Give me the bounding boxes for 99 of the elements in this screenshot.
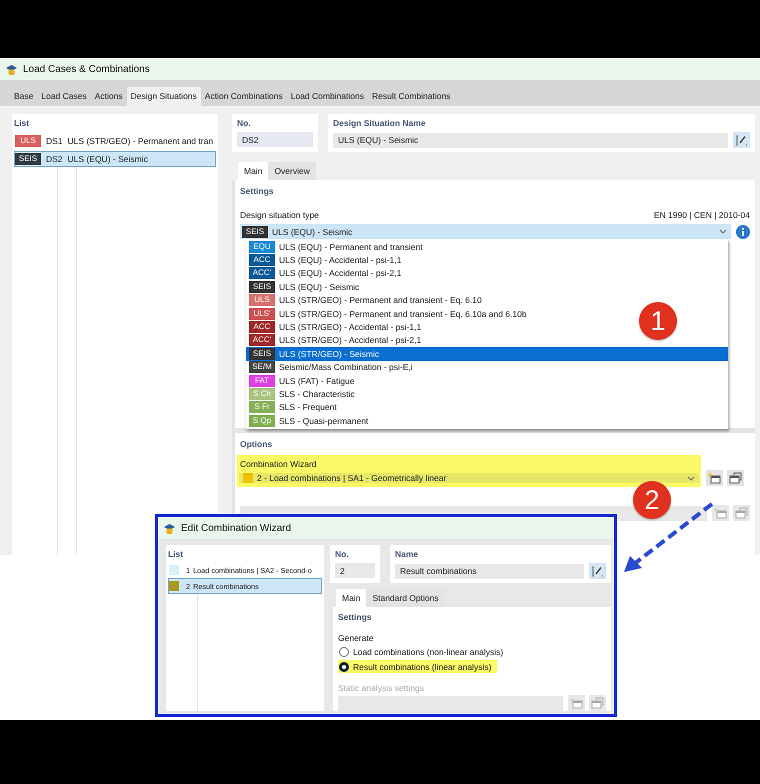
type-badge: EQU [249,240,275,253]
standard-label: EN 1990 | CEN | 2010-04 [654,210,750,220]
type-badge: SEIS [249,348,275,360]
tab[interactable]: Result Combinations [368,87,454,106]
tab[interactable]: Design Situations [126,87,201,106]
section-title: Settings [338,612,373,622]
tab[interactable]: Base [10,87,38,106]
list-item[interactable]: ULS DS1 ULS (STR/GEO) - Permanent and tran [14,133,216,149]
type-badge: ULS [249,294,275,306]
type-badge: SE/M [249,361,275,374]
type-badge: ACC' [249,267,275,280]
tab[interactable]: Standard Options [366,589,445,607]
dropdown-option[interactable]: ACC' ULS (EQU) - Accidental - psi-2,1 [246,266,406,280]
type-badge: ULS' [249,308,275,320]
app-icon [163,522,176,534]
dropdown-option[interactable]: ULS' ULS (STR/GEO) - Permanent and transient - Eq. 6.10a and 6.10b [246,306,531,320]
radio-label: Result combinations (linear analysis) [353,662,492,672]
list-item[interactable]: SEIS DS2 ULS (EQU) - Seismic [14,151,216,167]
option-label: ULS (STR/GEO) - Permanent and transient - Eq. 6.10 [279,295,482,306]
section-title: Settings [240,186,275,196]
dropdown-option[interactable]: S Ch SLS - Characteristic [246,387,359,401]
edit-button[interactable] [589,563,606,579]
type-badge: ULS [15,135,41,147]
chevron-down-icon [687,476,695,480]
dropdown-value: ULS (EQU) - Seismic [272,226,354,236]
dropdown-option[interactable]: S Fr SLS - Frequent [246,400,341,414]
type-badge: ACC [249,254,275,266]
option-label: ULS (STR/GEO) - Seismic [279,348,380,359]
new-button[interactable] [706,470,723,486]
type-badge: S Ch [249,388,275,400]
option-label: ULS (STR/GEO) - Permanent and transient - Eq. 6.10a and 6.10b [279,308,527,319]
option-label: ULS (EQU) - Permanent and transient [279,242,423,252]
dropdown-option[interactable]: FAT ULS (FAT) - Fatigue [246,374,358,388]
type-dropdown[interactable]: SEIS ULS (EQU) - Seismic [240,224,731,239]
field-label: Name [395,549,420,559]
radio-button[interactable] [339,662,349,672]
tab[interactable]: Actions [90,87,127,106]
option-label: ULS (STR/GEO) - Accidental - psi-2,1 [279,335,422,346]
chevron-down-icon [719,229,727,234]
option-label: ULS (EQU) - Accidental - psi-1,1 [279,255,402,266]
number-field[interactable]: 2 [335,563,375,578]
list-header: List [168,549,184,559]
type-badge: ACC [249,321,275,334]
dropdown-option[interactable]: S Qp SLS - Quasi-permanent [246,414,372,428]
type-badge: SEIS [242,226,268,238]
item-number: DS2 [46,154,63,164]
dropdown-option[interactable]: ULS ULS (STR/GEO) - Permanent and transient - Eq. 6.10 [246,294,486,307]
field-label: No. [335,549,350,559]
item-name: ULS (EQU) - Seismic [68,154,148,164]
type-badge: S Fr [249,401,275,414]
tab[interactable]: Load Combinations [286,87,368,106]
dropdown-option[interactable]: EQU ULS (EQU) - Permanent and transient [246,240,427,254]
field-label: No. [237,118,252,128]
option-label: SLS - Characteristic [279,388,355,399]
wizard-dropdown[interactable]: 2 - Load combinations | SA1 - Geometrically linear [239,473,699,483]
window-title: Load Cases & Combinations [23,64,150,74]
edit-button[interactable] [733,132,750,148]
name-field[interactable]: ULS (EQU) - Seismic [333,132,728,148]
type-badge: S Qp [249,414,275,427]
option-label: ULS (EQU) - Seismic [279,282,360,292]
item-number: DS1 [46,136,63,146]
dropdown-option[interactable]: ACC ULS (EQU) - Accidental - psi-1,1 [246,253,406,267]
tab[interactable]: Main [336,589,366,607]
number-field[interactable]: DS2 [237,132,313,147]
app-icon [5,62,18,76]
copy-button[interactable] [727,470,744,486]
type-badge: SEIS [15,153,41,165]
radio-label: Load combinations (non-linear analysis) [353,646,504,656]
option-label: ULS (EQU) - Accidental - psi-2,1 [279,268,402,278]
radio-button[interactable] [339,646,349,656]
type-badge: FAT [249,374,275,387]
name-field[interactable]: Result combinations [395,564,584,578]
dialog-title: Edit Combination Wizard [181,522,292,534]
option-label: Seismic/Mass Combination - psi-E,i [279,362,413,372]
section-title: Options [240,439,274,449]
item-name: ULS (STR/GEO) - Permanent and tran [68,136,214,146]
dropdown-value: 2 - Load combinations | SA1 - Geometrically linear [257,473,448,483]
dropdown-option[interactable]: SEIS ULS (EQU) - Seismic [246,280,364,294]
dropdown-option[interactable]: SEIS ULS (STR/GEO) - Seismic [246,347,728,361]
tab[interactable]: Main [238,162,268,180]
info-icon[interactable] [736,224,750,238]
dropdown-option[interactable]: SE/M Seismic/Mass Combination - psi-E,i [246,360,417,374]
option-label: SLS - Frequent [279,402,337,412]
option-label: ULS (FAT) - Fatigue [279,376,354,386]
dropdown-option[interactable]: ACC ULS (STR/GEO) - Accidental - psi-1,1 [246,320,426,334]
option-label: SLS - Quasi-permanent [279,416,368,426]
field-label: Combination Wizard [239,459,318,469]
field-label: Design situation type [240,210,319,220]
tab[interactable]: Load Cases [37,87,91,106]
type-badge: SEIS [249,280,275,293]
tab[interactable]: Overview [268,162,316,180]
tab[interactable]: Action Combinations [200,87,287,106]
option-label: ULS (STR/GEO) - Accidental - psi-1,1 [279,322,422,332]
list-header: List [14,118,30,128]
field-label: Generate [338,633,374,643]
field-label: Design Situation Name [333,118,427,128]
type-badge: ACC' [249,334,275,346]
dropdown-option[interactable]: ACC' ULS (STR/GEO) - Accidental - psi-2,1 [246,334,426,348]
field-label: Static analysis settings [338,683,425,693]
